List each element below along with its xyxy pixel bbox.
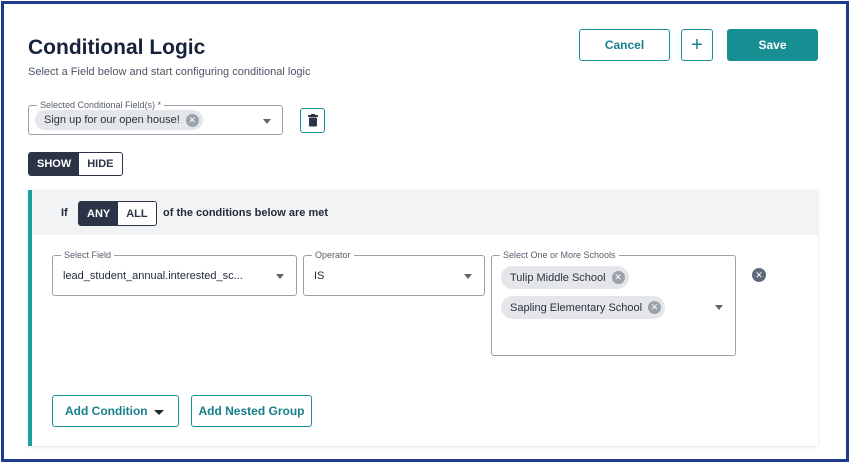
remove-chip-icon[interactable]: ✕ [648,301,662,314]
select-field-dropdown[interactable]: Select Field lead_student_annual.interes… [52,249,297,296]
school-chip: Tulip Middle School ✕ [501,266,629,289]
remove-chip-icon[interactable]: ✕ [611,271,625,284]
chevron-down-icon [715,305,723,310]
selected-fields-select[interactable]: Selected Conditional Field(s) * Sign up … [28,99,283,135]
operator-label: Operator [312,249,354,261]
schools-multiselect[interactable]: Select One or More Schools Tulip Middle … [491,249,736,356]
add-condition-label: Add Condition [65,404,148,418]
select-field-value: lead_student_annual.interested_sc... [63,270,243,282]
operator-value: IS [314,270,325,282]
select-field-label: Select Field [61,249,115,261]
trash-icon [307,114,318,127]
remove-condition-icon[interactable]: ✕ [752,268,766,282]
toggle-all[interactable]: ALL [118,202,156,225]
if-label: If [61,207,68,219]
add-button[interactable]: + [681,29,713,61]
page-subtitle: Select a Field below and start configuri… [28,66,311,78]
selected-field-chip: Sign up for our open house! ✕ [35,110,203,130]
toggle-hide[interactable]: HIDE [79,153,122,175]
show-hide-toggle: SHOW HIDE [28,152,123,176]
schools-label: Select One or More Schools [500,249,619,261]
cancel-button[interactable]: Cancel [579,29,670,61]
chevron-down-icon [276,274,284,279]
add-condition-button[interactable]: Add Condition [52,395,179,427]
toggle-any[interactable]: ANY [79,202,119,225]
selected-field-chip-label: Sign up for our open house! [44,114,180,126]
caret-down-icon [154,410,164,415]
operator-dropdown[interactable]: Operator IS [303,249,485,296]
school-chip: Sapling Elementary School ✕ [501,296,666,319]
toggle-show[interactable]: SHOW [29,153,80,175]
chevron-down-icon [263,119,271,124]
chevron-down-icon [464,274,472,279]
delete-button[interactable] [300,108,325,133]
page-title: Conditional Logic [28,36,206,59]
conditions-met-label: of the conditions below are met [163,207,329,219]
add-nested-group-button[interactable]: Add Nested Group [191,395,312,427]
school-chip-label: Tulip Middle School [510,271,606,284]
any-all-toggle: ANY ALL [78,201,157,226]
save-button[interactable]: Save [727,29,818,61]
remove-chip-icon[interactable]: ✕ [185,113,199,127]
school-chip-label: Sapling Elementary School [510,301,643,314]
